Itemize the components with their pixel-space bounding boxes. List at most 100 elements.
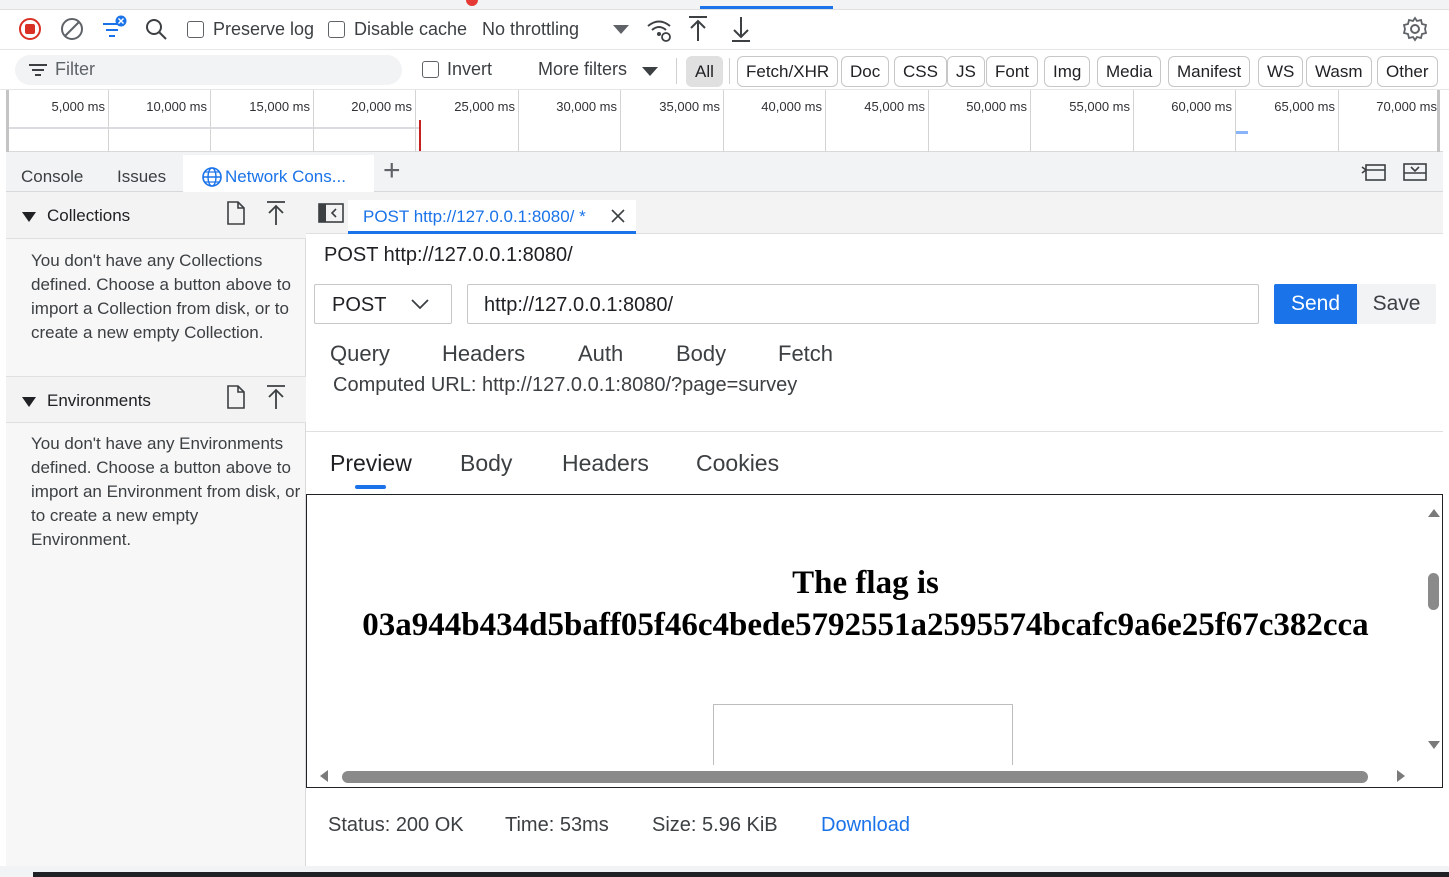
chip-css[interactable]: CSS bbox=[894, 56, 947, 87]
add-tab-button[interactable]: + bbox=[383, 154, 401, 188]
network-conditions-icon[interactable] bbox=[645, 16, 673, 44]
export-har-icon[interactable] bbox=[730, 15, 752, 43]
close-icon[interactable] bbox=[610, 208, 626, 224]
tab-headers[interactable]: Headers bbox=[442, 341, 525, 367]
timeline-tick-label: 20,000 ms bbox=[351, 99, 412, 114]
new-file-icon[interactable] bbox=[226, 200, 246, 226]
globe-icon bbox=[201, 166, 223, 188]
tab-response-headers[interactable]: Headers bbox=[562, 450, 649, 477]
environments-header[interactable]: Environments bbox=[6, 376, 306, 423]
chevron-down-icon bbox=[411, 299, 429, 310]
filter-icon[interactable] bbox=[100, 15, 130, 41]
chip-doc[interactable]: Doc bbox=[841, 56, 890, 87]
record-stop-icon[interactable] bbox=[18, 17, 42, 41]
tab-cookies[interactable]: Cookies bbox=[696, 450, 779, 477]
active-tab-indicator bbox=[355, 485, 386, 489]
timeline-tick-label: 25,000 ms bbox=[454, 99, 515, 114]
dock-drawer-icon[interactable] bbox=[1361, 161, 1387, 183]
chip-all[interactable]: All bbox=[686, 56, 723, 87]
drawer-tab-strip: Console Issues Network Cons... + bbox=[6, 152, 1443, 192]
flag-value: 03a944b434d5baff05f46c4bede5792551a25955… bbox=[362, 607, 1369, 643]
clear-icon[interactable] bbox=[60, 17, 84, 41]
tab-body[interactable]: Body bbox=[676, 341, 726, 367]
preview-embedded-frame bbox=[713, 704, 1013, 774]
horizontal-scroll-thumb[interactable] bbox=[342, 771, 1368, 783]
collections-header[interactable]: Collections bbox=[6, 192, 306, 239]
chip-wasm[interactable]: Wasm bbox=[1306, 56, 1372, 87]
tab-console[interactable]: Console bbox=[21, 167, 83, 187]
url-input[interactable]: http://127.0.0.1:8080/ bbox=[467, 284, 1259, 324]
scroll-right-icon[interactable] bbox=[1397, 770, 1405, 782]
horizontal-scrollbar[interactable] bbox=[307, 765, 1424, 787]
triangle-down-icon bbox=[21, 211, 37, 223]
chip-fetch-xhr[interactable]: Fetch/XHR bbox=[737, 56, 839, 87]
scroll-down-icon[interactable] bbox=[1428, 741, 1440, 749]
request-tab-title: POST http://127.0.0.1:8080/ * bbox=[363, 207, 586, 226]
import-icon[interactable] bbox=[265, 384, 287, 410]
tab-issues[interactable]: Issues bbox=[117, 167, 166, 187]
send-button[interactable]: Send bbox=[1274, 284, 1357, 324]
collections-empty-text: You don't have any Collections defined. … bbox=[31, 251, 291, 342]
tab-response-body[interactable]: Body bbox=[460, 450, 512, 477]
timeline-right-handle[interactable] bbox=[1437, 90, 1440, 152]
method-select[interactable]: POST bbox=[314, 284, 452, 324]
taskbar bbox=[33, 872, 1449, 877]
vertical-scroll-thumb[interactable] bbox=[1428, 573, 1439, 610]
tab-auth[interactable]: Auth bbox=[578, 341, 623, 367]
chip-font[interactable]: Font bbox=[986, 56, 1039, 87]
tab-preview[interactable]: Preview bbox=[330, 450, 412, 477]
disable-cache-checkbox[interactable] bbox=[328, 21, 345, 38]
filter-input[interactable]: Filter bbox=[15, 55, 402, 85]
request-heading: POST http://127.0.0.1:8080/ bbox=[324, 244, 573, 266]
timeline-overview[interactable]: 5,000 ms 10,000 ms 15,000 ms 20,000 ms 2… bbox=[6, 90, 1443, 152]
timeline-tick-label: 50,000 ms bbox=[966, 99, 1027, 114]
new-file-icon[interactable] bbox=[226, 384, 246, 410]
tab-network-console[interactable]: Network Cons... bbox=[183, 155, 374, 192]
request-tab[interactable]: POST http://127.0.0.1:8080/ * bbox=[348, 200, 636, 234]
invert-label: Invert bbox=[447, 59, 493, 79]
chip-img[interactable]: Img bbox=[1044, 56, 1091, 87]
taskbar-strip bbox=[0, 866, 1449, 877]
chip-manifest[interactable]: Manifest bbox=[1168, 56, 1251, 87]
timeline-tick-label: 70,000 ms bbox=[1376, 99, 1437, 114]
filter-bar: Filter Invert More filters All Fetch/XHR… bbox=[0, 50, 1449, 90]
disable-cache-label: Disable cache bbox=[354, 19, 468, 39]
scroll-up-icon[interactable] bbox=[1428, 509, 1440, 517]
scroll-left-icon[interactable] bbox=[320, 770, 328, 782]
tab-fetch[interactable]: Fetch bbox=[778, 341, 833, 367]
chevron-down-icon[interactable] bbox=[641, 66, 659, 78]
close-drawer-icon[interactable] bbox=[1402, 161, 1428, 183]
throttling-select[interactable]: No throttling bbox=[482, 19, 579, 40]
more-filters-button[interactable]: More filters bbox=[538, 59, 627, 80]
download-link[interactable]: Download bbox=[821, 814, 910, 837]
invert-checkbox[interactable] bbox=[422, 61, 439, 78]
timeline-tick-label: 5,000 ms bbox=[51, 99, 105, 114]
search-icon[interactable] bbox=[144, 17, 168, 41]
computed-url: Computed URL: http://127.0.0.1:8080/?pag… bbox=[333, 374, 798, 396]
timeline-tick-label: 35,000 ms bbox=[659, 99, 720, 114]
request-panel: POST http://127.0.0.1:8080/ * POST http:… bbox=[306, 192, 1443, 866]
timeline-tick-label: 40,000 ms bbox=[761, 99, 822, 114]
chip-ws[interactable]: WS bbox=[1258, 56, 1304, 87]
preserve-log-checkbox[interactable] bbox=[187, 21, 204, 38]
window-top-strip bbox=[0, 0, 1449, 10]
gear-icon[interactable] bbox=[1402, 16, 1428, 42]
timeline-tick-label: 10,000 ms bbox=[146, 99, 207, 114]
divider bbox=[306, 431, 1443, 432]
response-preview[interactable]: The flag is 03a944b434d5baff05f46c4bede5… bbox=[306, 494, 1443, 788]
vertical-scrollbar[interactable] bbox=[1424, 495, 1442, 765]
chip-other[interactable]: Other bbox=[1377, 56, 1438, 87]
import-icon[interactable] bbox=[265, 200, 287, 226]
timeline-tick-label: 30,000 ms bbox=[556, 99, 617, 114]
import-har-icon[interactable] bbox=[687, 15, 709, 43]
chevron-down-icon[interactable] bbox=[612, 24, 630, 36]
chip-js[interactable]: JS bbox=[947, 56, 985, 87]
timeline-tick-label: 45,000 ms bbox=[864, 99, 925, 114]
toggle-sidebar-icon[interactable] bbox=[318, 202, 344, 224]
chip-media[interactable]: Media bbox=[1097, 56, 1162, 87]
tab-query[interactable]: Query bbox=[330, 341, 390, 367]
save-button[interactable]: Save bbox=[1357, 284, 1436, 324]
method-value: POST bbox=[332, 294, 387, 316]
collections-title: Collections bbox=[47, 206, 131, 225]
tab-network-console-label: Network Cons... bbox=[225, 167, 346, 186]
